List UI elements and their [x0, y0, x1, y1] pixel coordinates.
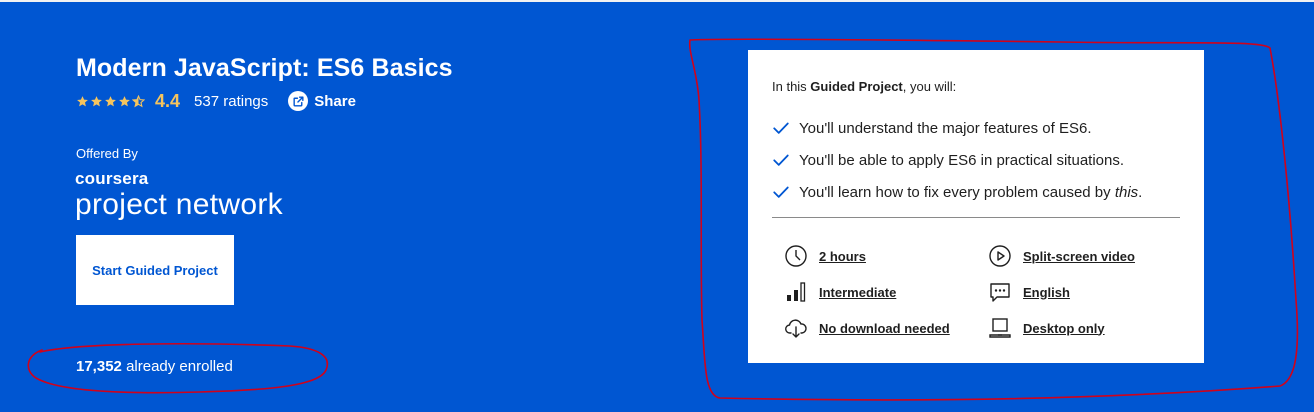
offered-by-label: Offered By [76, 146, 138, 161]
rating-value: 4.4 [155, 90, 181, 111]
star-rating [76, 94, 145, 108]
course-title: Modern JavaScript: ES6 Basics [76, 54, 453, 82]
feature-device: Desktop only [988, 313, 1105, 343]
feature-link[interactable]: Split-screen video [1023, 249, 1135, 264]
half-star-icon [132, 94, 145, 107]
feature-link[interactable]: No download needed [819, 321, 950, 336]
coursera-project-network-logo[interactable]: coursera project network [75, 170, 283, 220]
feature-link[interactable]: 2 hours [819, 249, 866, 264]
clock-icon [785, 245, 807, 267]
share-label: Share [314, 92, 356, 110]
outcome-item: You'll learn how to fix every problem ca… [772, 176, 1142, 208]
level-bars-icon [787, 282, 806, 302]
learning-outcomes: You'll understand the major features of … [772, 112, 1142, 208]
share-button[interactable]: Share [288, 91, 356, 111]
check-icon [773, 186, 789, 198]
ratings-count-link[interactable]: 537 ratings [194, 93, 268, 110]
feature-video: Split-screen video [988, 241, 1135, 271]
star-icon [77, 95, 88, 106]
star-icon [91, 95, 102, 106]
card-intro: In this Guided Project, you will: [772, 79, 957, 94]
chat-bubble-icon [990, 283, 1010, 302]
course-banner: Modern JavaScript: ES6 Basics 4.4 537 ra… [0, 0, 1314, 412]
logo-subtitle: project network [75, 188, 283, 221]
feature-download: No download needed [784, 313, 950, 343]
card-divider [772, 217, 1180, 218]
enrolled-suffix: already enrolled [126, 358, 233, 375]
laptop-icon [989, 318, 1011, 338]
cloud-download-icon [785, 319, 807, 338]
feature-link[interactable]: Desktop only [1023, 321, 1105, 336]
rating-row: 4.4 537 ratings Share [76, 88, 356, 114]
logo-brand: coursera [75, 169, 149, 188]
check-icon [773, 154, 789, 166]
feature-link[interactable]: English [1023, 285, 1070, 300]
star-icon [105, 95, 116, 106]
outcome-item: You'll understand the major features of … [772, 112, 1142, 144]
feature-link[interactable]: Intermediate [819, 285, 896, 300]
guided-project-card: In this Guided Project, you will: You'll… [748, 50, 1204, 363]
start-guided-project-button[interactable]: Start Guided Project [76, 235, 234, 305]
star-icon [119, 95, 130, 106]
play-icon [989, 245, 1011, 267]
feature-level: Intermediate [784, 277, 896, 307]
feature-language: English [988, 277, 1070, 307]
outcome-item: You'll be able to apply ES6 in practical… [772, 144, 1142, 176]
check-icon [773, 122, 789, 134]
share-icon [288, 91, 309, 111]
enrolled-count: 17,352 already enrolled [76, 358, 233, 375]
enrolled-number: 17,352 [76, 358, 122, 375]
feature-duration: 2 hours [784, 241, 866, 271]
